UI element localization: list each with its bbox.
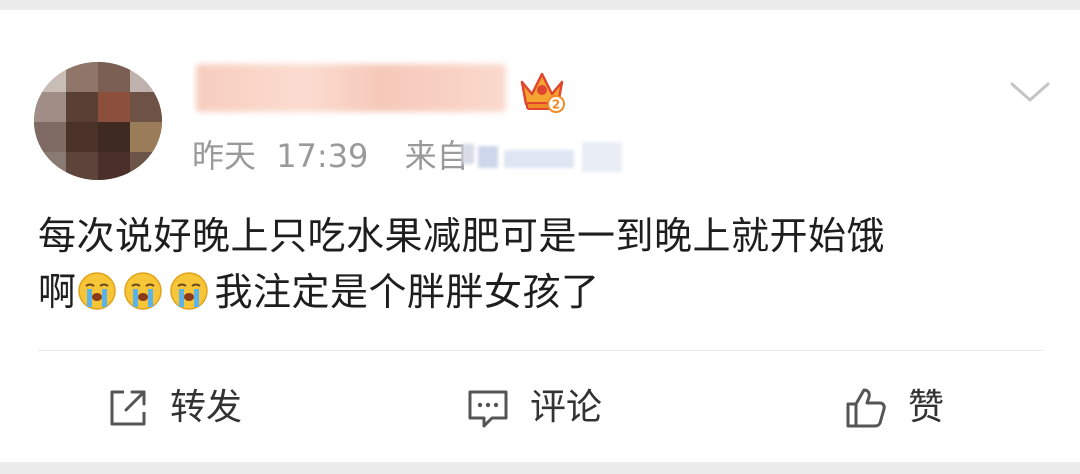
- badge-level: 2: [552, 98, 560, 112]
- post-content: 每次说好晚上只吃水果减肥可是一到晚上就开始饿 啊 我注定是个胖胖女孩了: [38, 208, 1048, 320]
- source-prefix: 来自: [404, 137, 469, 175]
- repost-button[interactable]: 转发: [104, 380, 242, 436]
- content-line-2-suffix: 我注定是个胖胖女孩了: [214, 270, 600, 314]
- crown-badge-icon[interactable]: 2: [518, 68, 566, 114]
- like-button[interactable]: 赞: [842, 380, 944, 436]
- avatar[interactable]: [34, 62, 162, 180]
- comment-icon: [468, 390, 508, 428]
- comment-button[interactable]: 评论: [464, 380, 602, 436]
- like-label: 赞: [908, 387, 945, 428]
- thumbs-up-icon: [846, 388, 886, 428]
- crying-face-icon: [123, 270, 163, 310]
- crying-face-icon: [169, 270, 209, 310]
- username[interactable]: [0, 10, 1, 11]
- chevron-down-icon[interactable]: [1008, 78, 1052, 106]
- weibo-post-card: 2 昨天 17:39 来自 每次说好晚上只吃水果减肥可是一到晚上就开始饿 啊 我注…: [0, 10, 1080, 462]
- share-icon: [110, 390, 146, 426]
- post-day: 昨天: [192, 137, 257, 175]
- username-redacted[interactable]: [196, 64, 506, 112]
- post-meta: 昨天 17:39 来自: [192, 136, 469, 176]
- source-redacted[interactable]: [462, 138, 630, 174]
- post-time: 17:39: [276, 137, 369, 175]
- comment-label: 评论: [530, 387, 603, 428]
- content-line-1: 每次说好晚上只吃水果减肥可是一到晚上就开始饿: [38, 214, 886, 258]
- repost-label: 转发: [170, 387, 243, 428]
- crying-face-icon: [77, 270, 117, 310]
- content-line-2-prefix: 啊: [38, 270, 77, 314]
- content-line-2: 啊 我注定是个胖胖女孩了: [38, 264, 1048, 320]
- divider: [38, 350, 1043, 351]
